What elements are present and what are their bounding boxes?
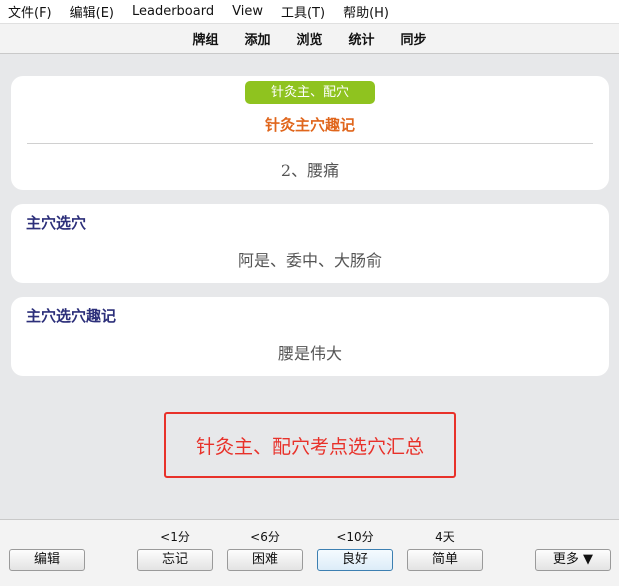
toolbar-sync[interactable]: 同步	[401, 29, 427, 48]
field-value: 腰是伟大	[277, 344, 342, 363]
menu-file[interactable]: 文件(F)	[8, 2, 52, 21]
interval-easy: 4天	[435, 530, 455, 544]
field-label: 主穴选穴	[26, 214, 87, 232]
mnemonic-title: 针灸主穴趣记	[264, 116, 355, 134]
topic-text: 2、腰痛	[280, 161, 340, 180]
card-header-panel: 针灸主、配穴 针灸主穴趣记 2、腰痛	[11, 76, 609, 190]
more-button[interactable]: 更多 ▼	[535, 549, 611, 571]
toolbar-decks[interactable]: 牌组	[192, 29, 218, 48]
review-bar: 编辑 <1分 忘记 <6分 困难 <10分 良好 4天 简单 更多 ▼	[0, 519, 619, 586]
menu-tools[interactable]: 工具(T)	[281, 2, 325, 21]
edit-button[interactable]: 编辑	[9, 549, 85, 571]
easy-button[interactable]: 简单	[407, 549, 483, 571]
good-button[interactable]: 良好	[317, 549, 393, 571]
menu-help[interactable]: 帮助(H)	[343, 2, 389, 21]
toolbar-add[interactable]: 添加	[244, 29, 270, 48]
divider	[27, 143, 593, 144]
menu-leaderboard[interactable]: Leaderboard	[132, 4, 214, 19]
again-button[interactable]: 忘记	[137, 549, 213, 571]
menu-view[interactable]: View	[232, 4, 263, 19]
deck-tag: 针灸主、配穴	[245, 81, 375, 104]
main-toolbar: 牌组 添加 浏览 统计 同步	[0, 24, 619, 54]
interval-hard: <6分	[250, 530, 280, 544]
field-value: 阿是、委中、大肠俞	[237, 251, 382, 270]
toolbar-stats[interactable]: 统计	[349, 29, 375, 48]
hard-button[interactable]: 困难	[227, 549, 303, 571]
toolbar-browse[interactable]: 浏览	[296, 29, 322, 48]
interval-good: <10分	[336, 530, 374, 544]
highlight-text: 针灸主、配穴考点选穴汇总	[195, 435, 424, 458]
field-panel-main-points: 主穴选穴 阿是、委中、大肠俞	[11, 204, 609, 283]
menu-edit[interactable]: 编辑(E)	[70, 2, 114, 21]
field-panel-mnemonic: 主穴选穴趣记 腰是伟大	[11, 297, 609, 376]
menu-bar: 文件(F) 编辑(E) Leaderboard View 工具(T) 帮助(H)	[0, 0, 619, 24]
field-label: 主穴选穴趣记	[26, 307, 117, 325]
interval-again: <1分	[160, 530, 190, 544]
highlight-banner: 针灸主、配穴考点选穴汇总	[164, 412, 456, 478]
